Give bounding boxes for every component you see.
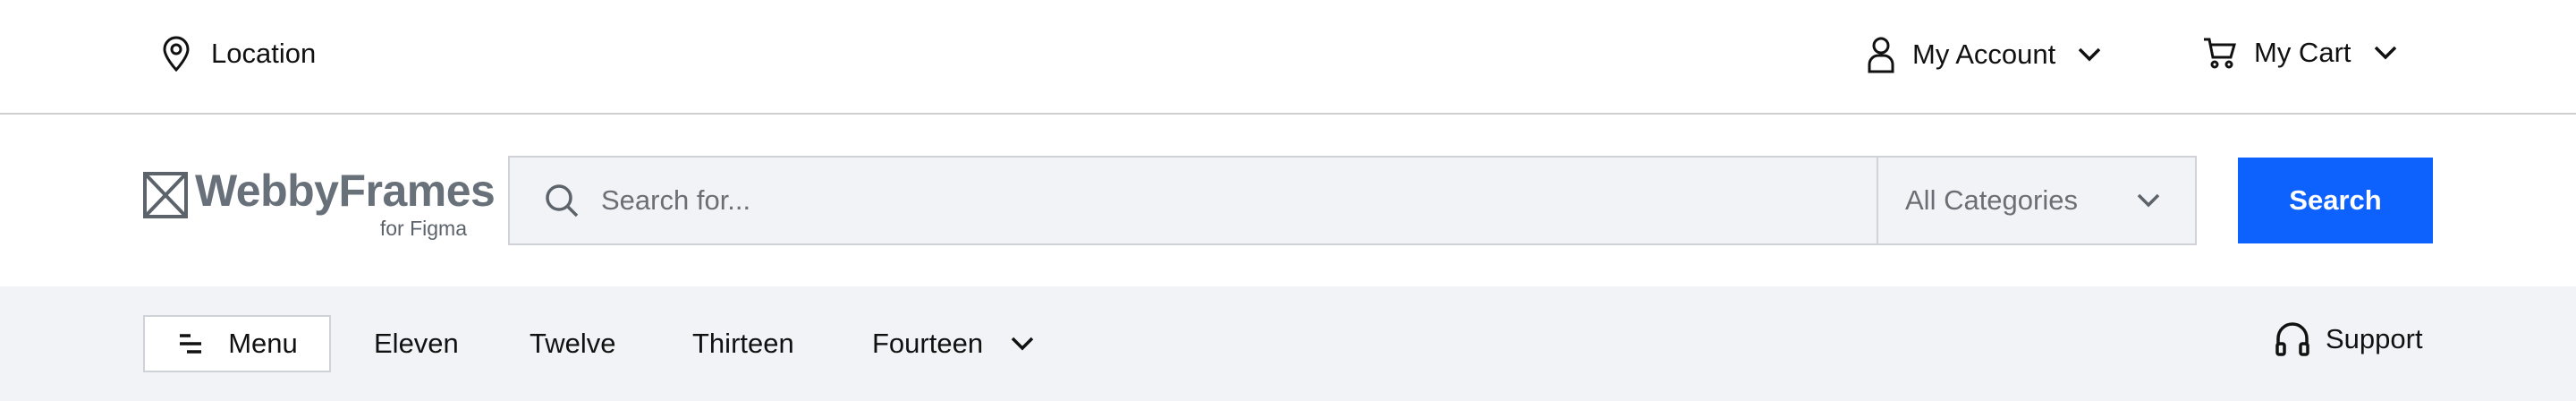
logo-tagline: for Figma [379,217,467,240]
chevron-down-icon [1010,336,1035,352]
nav-item-fourteen-label: Fourteen [872,328,984,359]
menu-button-label: Menu [228,328,298,359]
nav-item-twelve[interactable]: Twelve [530,328,615,360]
user-icon [1866,36,1896,73]
search-field [510,158,1877,243]
my-account-label: My Account [1912,38,2056,70]
chevron-down-icon [2373,45,2398,61]
support-label: Support [2326,323,2423,354]
my-account-menu[interactable]: My Account [1866,36,2102,73]
header-search-row: WebbyFrames for Figma All Categories Sea… [0,115,2576,286]
search-input[interactable] [599,183,1852,218]
main-navigation: Menu Eleven Twelve Thirteen Fourteen Sup… [0,286,2576,401]
search-icon [544,183,580,218]
top-utility-bar: Location My Account My Cart [0,0,2576,115]
nav-item-eleven[interactable]: Eleven [374,328,459,360]
category-select[interactable]: All Categories [1877,158,2195,243]
menu-button[interactable]: Menu [143,315,331,372]
logo-mark-icon [143,172,188,223]
logo-name: WebbyFrames [195,166,496,216]
site-logo[interactable]: WebbyFrames for Figma [143,165,496,240]
map-pin-icon [161,36,191,72]
my-cart-label: My Cart [2254,37,2351,68]
menu-lines-icon [176,332,205,355]
category-select-value: All Categories [1905,184,2078,216]
nav-item-fourteen[interactable]: Fourteen [872,328,1035,360]
search-box: All Categories [508,156,2197,245]
location-label: Location [211,38,317,69]
search-button[interactable]: Search [2238,158,2433,243]
headphones-icon [2274,320,2311,358]
my-cart-menu[interactable]: My Cart [2202,36,2398,70]
location-link[interactable]: Location [161,36,316,72]
nav-item-thirteen[interactable]: Thirteen [692,328,794,360]
support-link[interactable]: Support [2274,320,2423,358]
chevron-down-icon [2077,47,2102,63]
shopping-cart-icon [2202,36,2238,70]
chevron-down-icon [2136,192,2161,209]
